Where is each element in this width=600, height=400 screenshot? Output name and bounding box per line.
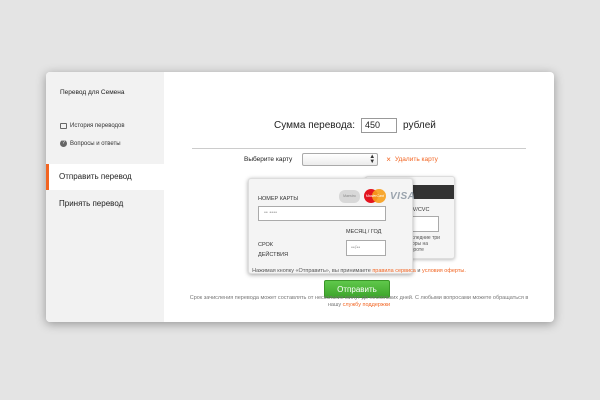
offer-terms-link[interactable]: условия оферты.	[422, 268, 466, 274]
sidebar: Перевод для Семена История переводов ? В…	[46, 72, 164, 322]
amount-label: Сумма перевода:	[274, 120, 356, 131]
close-icon: ×	[386, 154, 391, 164]
sidebar-title: Перевод для Семена	[60, 89, 125, 96]
delete-card-label: Удалить карту	[394, 156, 438, 163]
tab-receive-transfer[interactable]: Принять перевод	[46, 191, 164, 217]
mastercard-logo: MasterCard	[363, 189, 387, 203]
sidebar-link-history[interactable]: История переводов	[60, 123, 125, 129]
sidebar-link-label: Вопросы и ответы	[70, 140, 121, 147]
card-select-label: Выберите карту	[244, 156, 293, 163]
maestro-logo: Maestro	[339, 189, 360, 203]
card-front: НОМЕР КАРТЫ Maestro MasterCard VISA •• •…	[248, 178, 415, 274]
sidebar-link-label: История переводов	[70, 123, 125, 129]
terms-text: Нажимая кнопку «Отправить», вы принимает…	[252, 268, 466, 274]
currency-label: рублей	[403, 120, 436, 131]
month-year-label: МЕСЯЦ / ГОД	[346, 229, 382, 235]
card-number-input[interactable]: •• ••••	[258, 206, 386, 221]
expiry-label: СРОК ДЕЙСТВИЯ	[258, 242, 289, 258]
sidebar-link-faq[interactable]: ? Вопросы и ответы	[60, 140, 121, 147]
amount-input[interactable]: 450	[361, 118, 398, 133]
timing-note: Срок зачисления перевода может составлят…	[189, 295, 529, 308]
amount-row: Сумма перевода: 450 рублей	[274, 118, 436, 133]
support-link[interactable]: службу поддержки	[343, 302, 390, 308]
delete-card-link[interactable]: × Удалить карту	[386, 154, 438, 164]
card-select[interactable]: ▲ ▼	[302, 153, 379, 166]
question-icon: ?	[60, 140, 67, 147]
payment-logos: Maestro MasterCard VISA	[339, 189, 415, 203]
transfer-window: Перевод для Семена История переводов ? В…	[46, 72, 554, 322]
visa-logo: VISA	[390, 190, 416, 202]
main-panel: Сумма перевода: 450 рублей Выберите карт…	[164, 72, 554, 322]
service-rules-link[interactable]: правила сервиса	[372, 268, 416, 274]
select-arrows-icon: ▲ ▼	[369, 154, 376, 165]
month-year-input[interactable]: ••/••	[346, 240, 386, 256]
tab-send-transfer[interactable]: Отправить перевод	[46, 164, 164, 190]
history-icon	[60, 123, 67, 129]
card-select-row: Выберите карту ▲ ▼ × Удалить карту	[244, 153, 438, 166]
card-number-label: НОМЕР КАРТЫ	[258, 196, 299, 202]
divider	[192, 148, 526, 149]
